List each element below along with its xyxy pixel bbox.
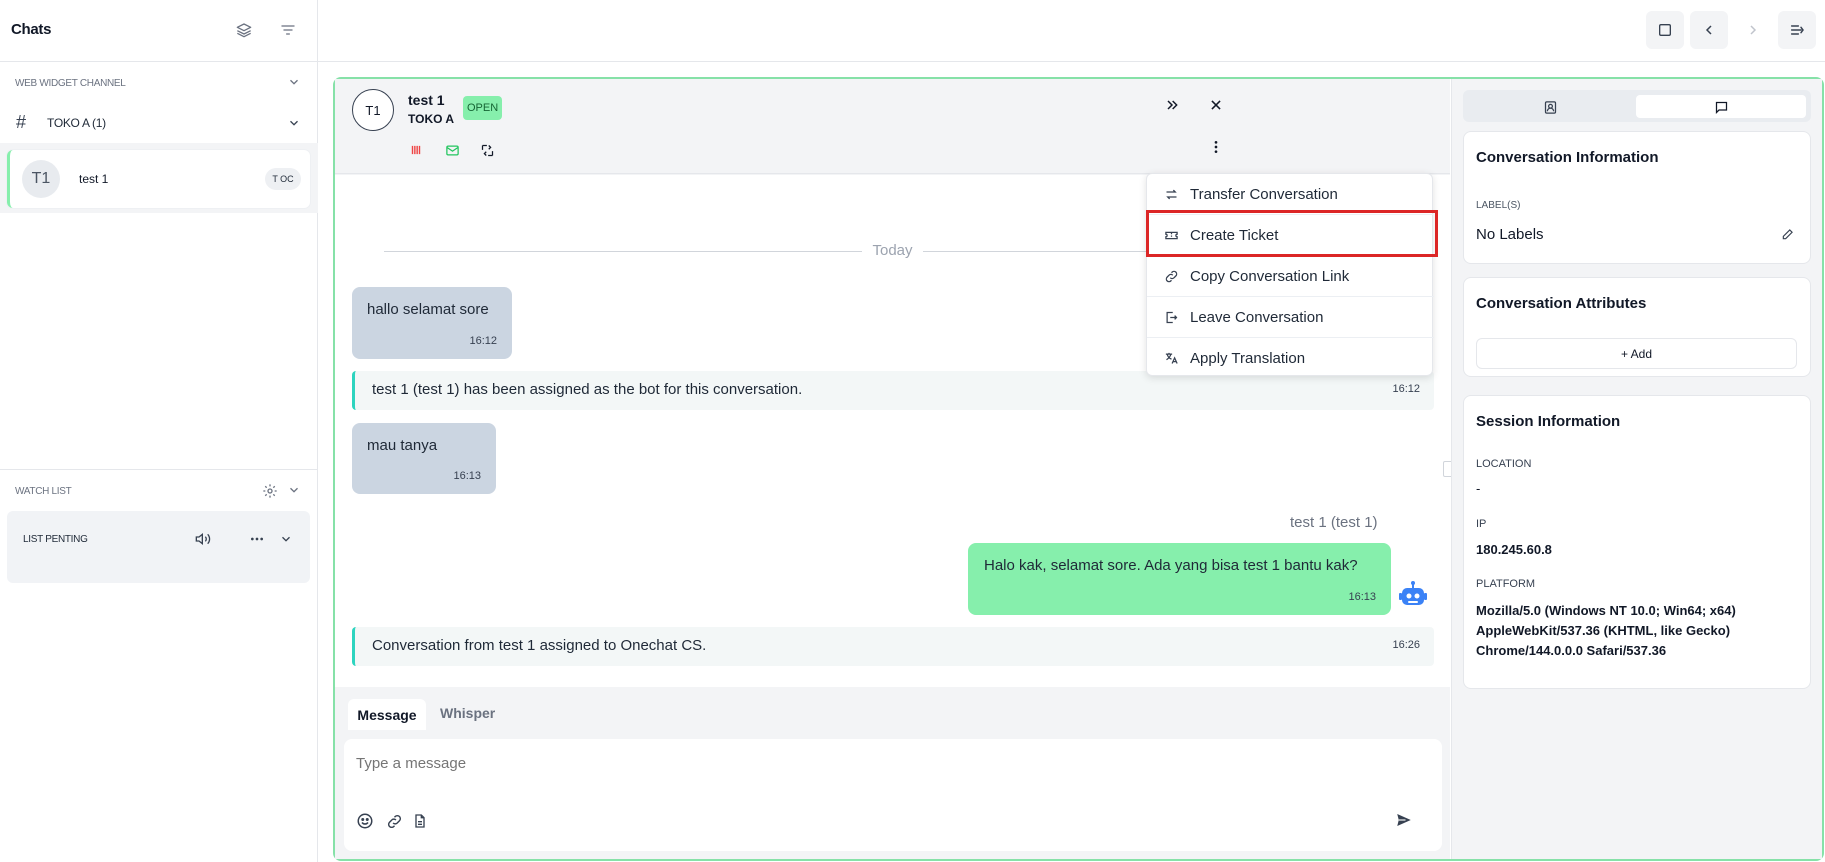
highlight-box	[1146, 210, 1438, 257]
menu-item-label: Leave Conversation	[1190, 308, 1324, 326]
layout-toggle-button[interactable]	[1646, 11, 1684, 49]
pencil-icon[interactable]	[1779, 225, 1797, 243]
platform-caption: PLATFORM	[1476, 578, 1536, 590]
speaker-icon[interactable]	[194, 530, 212, 548]
hash-icon: #	[16, 112, 27, 132]
menu-item-label: Apply Translation	[1190, 350, 1306, 367]
message-time: 16:13	[1348, 591, 1376, 603]
more-vertical-icon[interactable]	[1206, 137, 1226, 157]
labels-value: No Labels	[1476, 226, 1544, 243]
tab-whisper[interactable]: Whisper	[440, 705, 495, 721]
message-composer	[344, 739, 1442, 851]
pause-icon[interactable]	[407, 141, 425, 159]
gear-icon[interactable]	[261, 482, 279, 500]
topbar-divider	[318, 61, 1825, 62]
add-attribute-button[interactable]: + Add	[1476, 338, 1797, 369]
date-divider: Today	[862, 242, 923, 259]
session-information-card: Session Information LOCATION - IP 180.24…	[1463, 395, 1811, 689]
watch-list-name: LIST PENTING	[23, 534, 88, 545]
channel-name: TOKO A (1)	[47, 116, 106, 130]
menu-item-leave-conversation[interactable]: Leave Conversation	[1147, 297, 1434, 338]
contact-name: test 1	[408, 92, 445, 108]
card-title: Session Information	[1476, 413, 1621, 430]
platform-value: AppleWebKit/537.36 (KHTML, like Gecko)	[1476, 623, 1731, 638]
emoji-icon[interactable]	[355, 811, 375, 831]
divider	[0, 469, 318, 470]
channel-section-label: WEB WIDGET CHANNEL	[15, 78, 126, 89]
more-horizontal-icon[interactable]	[248, 530, 266, 548]
collapse-icon[interactable]	[1162, 95, 1182, 115]
conversation-actions-menu: Transfer Conversation Create Ticket Copy…	[1146, 173, 1434, 379]
message-bubble: Halo kak, selamat sore. Ada yang bisa te…	[968, 543, 1391, 615]
labels-caption: LABEL(S)	[1476, 200, 1521, 211]
assign-icon[interactable]	[478, 141, 496, 159]
system-message: Conversation from test 1 assigned to One…	[352, 627, 1434, 666]
card-title: Conversation Attributes	[1476, 295, 1647, 312]
sender-name: test 1 (test 1)	[1290, 514, 1378, 531]
menu-item-label: Copy Conversation Link	[1190, 267, 1350, 285]
inbox-name: TOKO A	[408, 112, 455, 126]
chevron-down-icon[interactable]	[286, 115, 302, 131]
translate-icon	[1164, 351, 1182, 366]
document-icon[interactable]	[410, 811, 430, 831]
system-message-text: test 1 (test 1) has been assigned as the…	[372, 381, 803, 398]
chat-tab-icon[interactable]	[1711, 97, 1731, 117]
filter-icon[interactable]	[278, 20, 298, 40]
message-time: 16:12	[469, 335, 497, 347]
agent-badge: T OC	[265, 168, 301, 190]
conversation-header: T1 test 1 TOKO A OPEN	[335, 79, 1450, 174]
mail-check-icon[interactable]	[443, 141, 461, 159]
location-value: -	[1476, 481, 1481, 496]
conversation-information-card: Conversation Information LABEL(S) No Lab…	[1463, 131, 1811, 264]
avatar: T1	[22, 160, 60, 198]
next-button[interactable]	[1734, 11, 1772, 49]
menu-item-copy-conversation-link[interactable]: Copy Conversation Link	[1147, 256, 1434, 297]
layers-icon[interactable]	[234, 20, 254, 40]
channel-row[interactable]: # TOKO A (1)	[0, 108, 318, 138]
leave-icon	[1164, 310, 1182, 325]
message-input[interactable]	[356, 749, 1356, 777]
panel-toggle-button[interactable]	[1778, 11, 1816, 49]
message-text: mau tanya	[367, 437, 438, 454]
status-badge: OPEN	[463, 96, 503, 120]
message-bubble: hallo selamat sore 16:12	[352, 287, 512, 359]
previous-button[interactable]	[1690, 11, 1728, 49]
close-icon[interactable]	[1206, 95, 1226, 115]
link-icon	[1164, 269, 1182, 284]
chevron-down-icon[interactable]	[277, 530, 295, 548]
ip-value: 180.245.60.8	[1476, 542, 1552, 557]
system-message-text: Conversation from test 1 assigned to One…	[372, 637, 707, 654]
menu-item-apply-translation[interactable]: Apply Translation	[1147, 338, 1434, 379]
chat-list-item[interactable]: T1 test 1 T OC	[7, 150, 310, 208]
message-time: 16:26	[1392, 639, 1420, 651]
send-icon[interactable]	[1393, 809, 1415, 831]
watch-list-item[interactable]: LIST PENTING	[7, 511, 310, 583]
message-text: Halo kak, selamat sore. Ada yang bisa te…	[984, 557, 1358, 574]
message-bubble: mau tanya 16:13	[352, 423, 496, 494]
location-caption: LOCATION	[1476, 458, 1532, 470]
menu-item-transfer-conversation[interactable]: Transfer Conversation	[1147, 174, 1434, 215]
conversation-attributes-card: Conversation Attributes + Add	[1463, 277, 1811, 377]
ip-caption: IP	[1476, 518, 1487, 530]
menu-item-label: Transfer Conversation	[1190, 185, 1338, 203]
transfer-icon	[1164, 187, 1182, 202]
platform-value: Mozilla/5.0 (Windows NT 10.0; Win64; x64…	[1476, 603, 1736, 618]
message-text: hallo selamat sore	[367, 301, 489, 318]
chevron-down-icon[interactable]	[286, 74, 302, 90]
tab-message[interactable]: Message	[348, 699, 426, 730]
attachment-icon[interactable]	[384, 811, 404, 831]
contact-tab-icon[interactable]	[1540, 97, 1560, 117]
card-title: Conversation Information	[1476, 149, 1659, 166]
bot-icon	[1398, 580, 1428, 610]
message-time: 16:12	[1392, 383, 1420, 395]
contact-avatar: T1	[352, 89, 394, 131]
chat-name: test 1	[79, 172, 109, 186]
message-time: 16:13	[453, 470, 481, 482]
platform-value: Chrome/144.0.0.0 Safari/537.36	[1476, 643, 1667, 658]
watch-list-label: WATCH LIST	[15, 486, 72, 497]
sidebar-title: Chats	[11, 21, 52, 38]
chevron-down-icon[interactable]	[286, 482, 302, 498]
